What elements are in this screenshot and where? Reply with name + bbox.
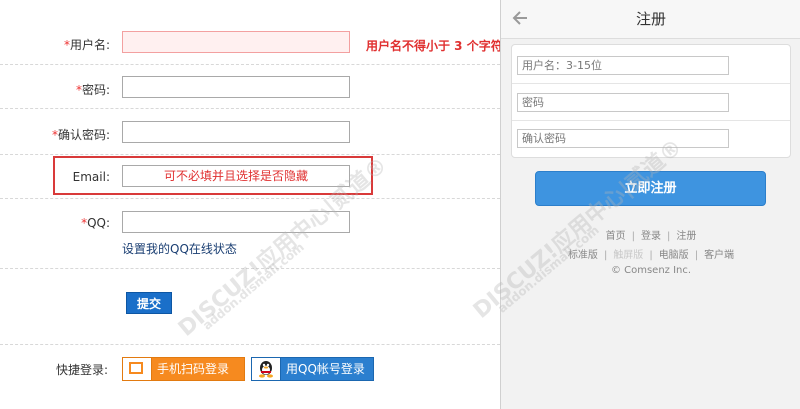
divider: [512, 120, 790, 121]
scan-login-button[interactable]: 手机扫码登录: [122, 357, 245, 381]
back-arrow-icon[interactable]: [511, 8, 533, 28]
mobile-password-input[interactable]: 密码: [517, 93, 729, 112]
copyright: © Comsenz Inc.: [610, 265, 692, 276]
email-input[interactable]: 可不必填并且选择是否隐藏: [122, 165, 350, 187]
qq-label: *QQ:: [81, 216, 110, 230]
scan-login-label: 手机扫码登录: [157, 362, 230, 376]
username-label: *用户名:: [63, 38, 110, 52]
username-input[interactable]: [122, 31, 350, 53]
quick-login-label: 快捷登录:: [56, 363, 109, 377]
mobile-confirm-input[interactable]: 确认密码: [517, 129, 729, 148]
footer-link-login[interactable]: 登录: [641, 231, 661, 242]
divider: [0, 198, 500, 199]
footer-link-register[interactable]: 注册: [676, 231, 696, 242]
mobile-form-card: 用户名：3-15位 密码 确认密码: [511, 44, 791, 158]
confirm-password-label: *确认密码:: [51, 128, 110, 142]
qq-login-button[interactable]: 用QQ帐号登录: [251, 357, 374, 381]
confirm-password-input[interactable]: [122, 121, 350, 143]
email-label: Email:: [72, 170, 110, 184]
mobile-username-input[interactable]: 用户名：3-15位: [517, 56, 729, 75]
divider: [0, 154, 500, 155]
mobile-header: 注册: [501, 0, 800, 39]
qq-login-label: 用QQ帐号登录: [286, 362, 365, 376]
qr-scan-icon: [123, 358, 152, 380]
qq-penguin-icon: [252, 358, 281, 380]
mobile-footer-links: 首页 | 登录 | 注册: [605, 231, 697, 242]
footer-link-home[interactable]: 首页: [606, 231, 626, 242]
password-input[interactable]: [122, 76, 350, 98]
mobile-footer-versions: 标准版 | 触屏版 | 电脑版 | 客户端: [567, 250, 735, 261]
submit-button[interactable]: 提交: [126, 292, 172, 314]
divider: [0, 268, 500, 269]
divider: [0, 108, 500, 109]
username-error-message: 用户名不得小于 3 个字符: [366, 39, 500, 53]
qq-input[interactable]: [122, 211, 350, 233]
divider: [0, 344, 500, 345]
mobile-page-title: 注册: [635, 10, 666, 28]
footer-version-touch: 触屏版: [613, 250, 644, 261]
password-label: *密码:: [75, 83, 110, 97]
desktop-register-form: *用户名: 用户名不得小于 3 个字符 *密码: *确认密码: Email: 可…: [0, 0, 500, 409]
qq-status-link[interactable]: 设置我的QQ在线状态: [122, 240, 237, 257]
mobile-register-panel: 注册 用户名：3-15位 密码 确认密码 立即注册 首页 | 登录 | 注册 标准版 | 触…: [500, 0, 800, 409]
footer-version-standard[interactable]: 标准版: [568, 250, 598, 261]
divider: [512, 83, 790, 84]
divider: [0, 64, 500, 65]
footer-version-pc[interactable]: 电脑版: [659, 250, 689, 261]
footer-version-client[interactable]: 客户端: [704, 250, 734, 261]
mobile-register-button[interactable]: 立即注册: [535, 171, 766, 206]
